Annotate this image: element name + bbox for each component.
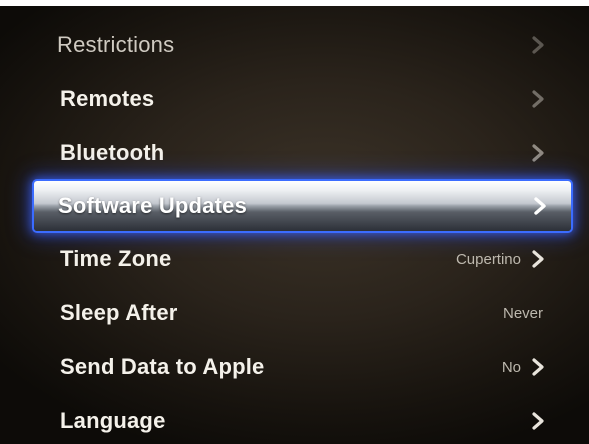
chevron-right-icon: [531, 358, 545, 376]
menu-item-sleep-after[interactable]: Sleep After Never: [0, 286, 589, 340]
menu-item-remotes[interactable]: Remotes: [0, 72, 589, 126]
menu-item-software-updates[interactable]: Software Updates: [34, 180, 571, 232]
menu-item-value: Cupertino: [455, 250, 521, 268]
top-edge: [0, 0, 589, 6]
chevron-right-icon: [531, 90, 545, 108]
settings-screen: Restrictions Remotes Bluetooth Software …: [0, 0, 589, 444]
chevron-right-icon: [531, 412, 545, 430]
menu-item-label: Remotes: [60, 86, 155, 111]
chevron-right-icon: [531, 144, 545, 162]
menu-item-label: Send Data to Apple: [60, 354, 265, 379]
menu-item-label: Time Zone: [60, 246, 172, 271]
menu-item-time-zone[interactable]: Time Zone Cupertino: [0, 232, 589, 286]
menu-item-bluetooth[interactable]: Bluetooth: [0, 126, 589, 180]
menu-item-label: Software Updates: [58, 193, 248, 218]
menu-item-language[interactable]: Language: [0, 394, 589, 444]
chevron-right-icon: [533, 197, 547, 215]
menu-item-restrictions[interactable]: Restrictions: [0, 18, 589, 72]
settings-menu: Restrictions Remotes Bluetooth Software …: [0, 18, 589, 444]
menu-item-value: Never: [502, 304, 543, 322]
menu-item-label: Sleep After: [60, 300, 178, 325]
menu-item-send-data-to-apple[interactable]: Send Data to Apple No: [0, 340, 589, 394]
menu-item-label: Language: [60, 408, 166, 433]
menu-item-label: Restrictions: [57, 32, 175, 57]
chevron-right-icon: [531, 36, 545, 54]
chevron-right-icon: [531, 250, 545, 268]
menu-item-label: Bluetooth: [60, 140, 165, 165]
menu-item-value: No: [501, 358, 521, 376]
